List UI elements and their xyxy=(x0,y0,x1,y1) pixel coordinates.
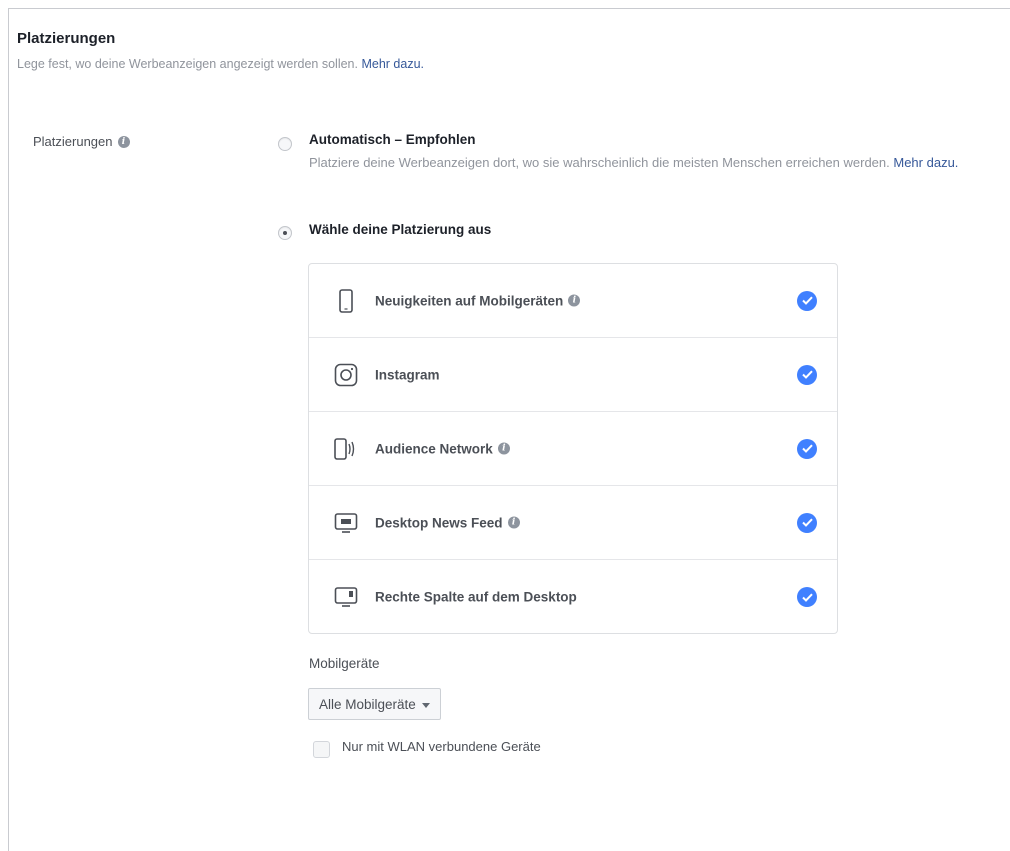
wifi-only-checkbox[interactable] xyxy=(313,741,330,758)
wifi-only-label[interactable]: Nur mit WLAN verbundene Geräte xyxy=(342,739,541,754)
placement-item-label: Rechte Spalte auf dem Desktop xyxy=(375,590,577,605)
mobile-phone-icon xyxy=(333,288,359,314)
placement-item-label-text: Audience Network xyxy=(375,441,493,456)
checkmark-icon[interactable] xyxy=(797,587,817,607)
mobile-devices-label: Mobilgeräte xyxy=(309,656,380,671)
checkmark-icon[interactable] xyxy=(797,438,817,459)
placement-item-label-text: Rechte Spalte auf dem Desktop xyxy=(375,589,577,605)
automatic-placement-description: Platziere deine Werbeanzeigen dort, wo s… xyxy=(309,152,999,174)
desktop-right-column-icon xyxy=(333,584,359,610)
placement-item-label: Audience Network i xyxy=(375,441,510,456)
placement-item-desktop-news-feed[interactable]: Desktop News Feed i xyxy=(309,486,837,560)
instagram-icon xyxy=(333,362,359,388)
automatic-placement-description-text: Platziere deine Werbeanzeigen dort, wo s… xyxy=(309,155,890,170)
placement-item-label: Neuigkeiten auf Mobilgeräten i xyxy=(375,293,581,308)
section-title: Platzierungen xyxy=(17,30,116,47)
info-icon[interactable]: i xyxy=(117,135,130,148)
info-icon[interactable]: i xyxy=(507,516,520,529)
placement-item-label: Desktop News Feed i xyxy=(375,515,520,530)
manual-placement-radio[interactable] xyxy=(278,226,292,240)
section-description: Lege fest, wo deine Werbeanzeigen angeze… xyxy=(17,57,424,71)
checkmark-icon[interactable] xyxy=(797,512,817,533)
info-icon[interactable]: i xyxy=(568,294,581,307)
mobile-devices-dropdown[interactable]: Alle Mobilgeräte xyxy=(308,688,441,720)
placement-item-label-text: Neuigkeiten auf Mobilgeräten xyxy=(375,293,564,308)
checkmark-icon[interactable] xyxy=(797,290,817,311)
automatic-placement-title[interactable]: Automatisch – Empfohlen xyxy=(309,132,476,147)
checkmark-icon[interactable] xyxy=(797,364,817,385)
section-description-text: Lege fest, wo deine Werbeanzeigen angeze… xyxy=(17,57,358,71)
caret-down-icon xyxy=(421,702,430,708)
placements-field-label-text: Platzierungen xyxy=(33,134,113,149)
placement-item-instagram[interactable]: Instagram xyxy=(309,338,837,412)
automatic-placement-learn-more-link[interactable]: Mehr dazu. xyxy=(893,155,958,170)
placement-item-label: Instagram xyxy=(375,367,440,382)
placement-item-desktop-right-column[interactable]: Rechte Spalte auf dem Desktop xyxy=(309,560,837,634)
placements-list: Neuigkeiten auf Mobilgeräten i Instagram… xyxy=(308,263,838,634)
desktop-monitor-icon xyxy=(333,510,359,536)
info-icon[interactable]: i xyxy=(497,442,510,455)
placement-item-label-text: Desktop News Feed xyxy=(375,515,503,530)
placement-item-mobile-news-feed[interactable]: Neuigkeiten auf Mobilgeräten i xyxy=(309,264,837,338)
audience-network-icon xyxy=(333,436,359,462)
placement-item-audience-network[interactable]: Audience Network i xyxy=(309,412,837,486)
section-learn-more-link[interactable]: Mehr dazu. xyxy=(361,57,424,71)
automatic-placement-radio[interactable] xyxy=(278,137,292,151)
placement-item-label-text: Instagram xyxy=(375,367,440,382)
placements-field-label: Platzierungen i xyxy=(33,134,130,149)
mobile-devices-dropdown-value: Alle Mobilgeräte xyxy=(319,696,416,712)
manual-placement-title[interactable]: Wähle deine Platzierung aus xyxy=(309,222,491,237)
